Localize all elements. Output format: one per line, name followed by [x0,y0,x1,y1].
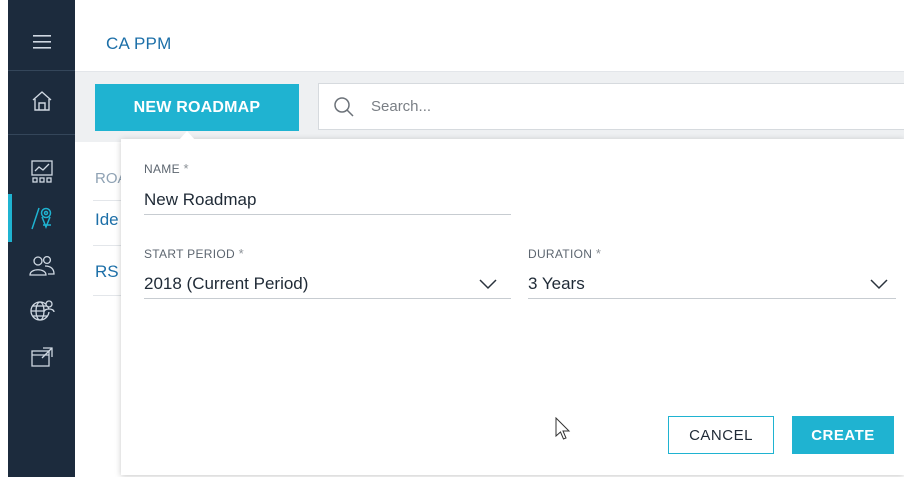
list-item[interactable]: Ide [95,210,119,230]
start-period-label: START PERIOD * [144,246,244,261]
sidebar-divider [8,70,75,71]
chevron-down-icon[interactable] [870,278,888,290]
list-item[interactable]: RS [95,262,119,282]
app-title[interactable]: CA PPM [106,34,171,54]
cancel-button[interactable]: CANCEL [668,416,774,454]
name-label: NAME * [144,161,189,176]
sidebar [8,0,75,477]
people-icon[interactable] [8,246,75,286]
home-icon[interactable] [8,81,75,121]
duration-select[interactable]: 3 Years [528,274,585,294]
new-roadmap-button[interactable]: NEW ROADMAP [95,84,299,131]
search-input[interactable] [369,97,873,116]
globe-person-icon[interactable] [8,291,75,331]
new-roadmap-dialog: NAME * New Roadmap START PERIOD * 2018 (… [121,139,904,475]
toolbar: NEW ROADMAP [75,72,904,142]
left-gutter [0,0,8,477]
start-period-select[interactable]: 2018 (Current Period) [144,274,308,294]
start-period-underline [144,298,511,299]
mouse-cursor-icon [555,417,571,440]
popover-caret [178,131,196,141]
required-marker: * [238,246,244,261]
chevron-down-icon[interactable] [479,278,497,290]
create-button[interactable]: CREATE [792,416,894,454]
search-icon [333,96,355,118]
top-bar: CA PPM [75,0,904,72]
roadmap-pin-icon[interactable] [8,198,75,238]
required-marker: * [595,246,602,261]
duration-underline [528,298,896,299]
duration-label: DURATION * [528,246,602,261]
name-field[interactable]: New Roadmap [144,190,256,210]
required-marker: * [183,161,189,176]
name-underline [144,214,511,215]
hamburger-menu-icon[interactable] [8,22,75,62]
open-external-icon[interactable] [8,337,75,377]
chart-board-icon[interactable] [8,152,75,192]
search-box[interactable] [318,83,904,130]
sidebar-divider [8,134,75,135]
